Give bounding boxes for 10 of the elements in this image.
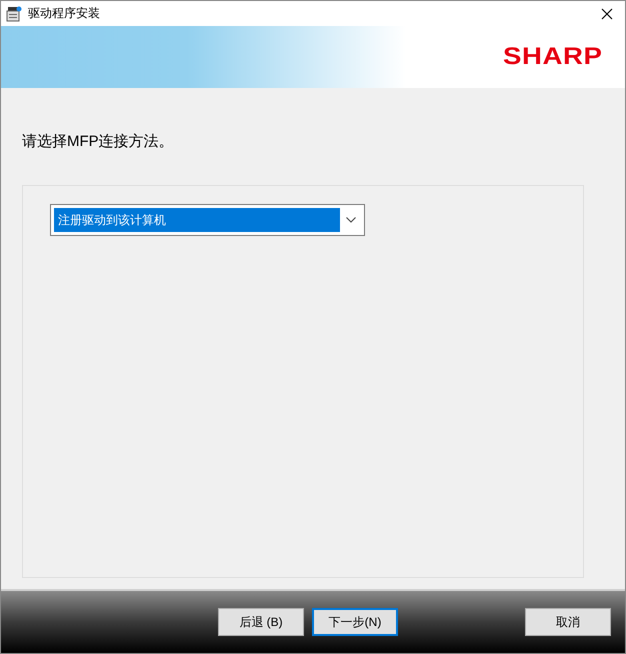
close-icon[interactable]	[601, 8, 613, 20]
dialog-button[interactable]: 后退 (B)	[218, 608, 304, 636]
chevron-icon	[346, 217, 356, 223]
dialog-button[interactable]: 取消	[525, 608, 611, 636]
window-title: 驱动程序安装	[28, 5, 101, 22]
dialog-button[interactable]: 下一步(N)	[312, 608, 398, 636]
brand-logo: SHARP	[504, 43, 603, 71]
connection-dropdown[interactable]: 注册驱动到该计算机	[50, 204, 365, 236]
printer-icon	[6, 6, 22, 22]
instruction-text: 请选择MFP连接方法。	[22, 132, 175, 152]
